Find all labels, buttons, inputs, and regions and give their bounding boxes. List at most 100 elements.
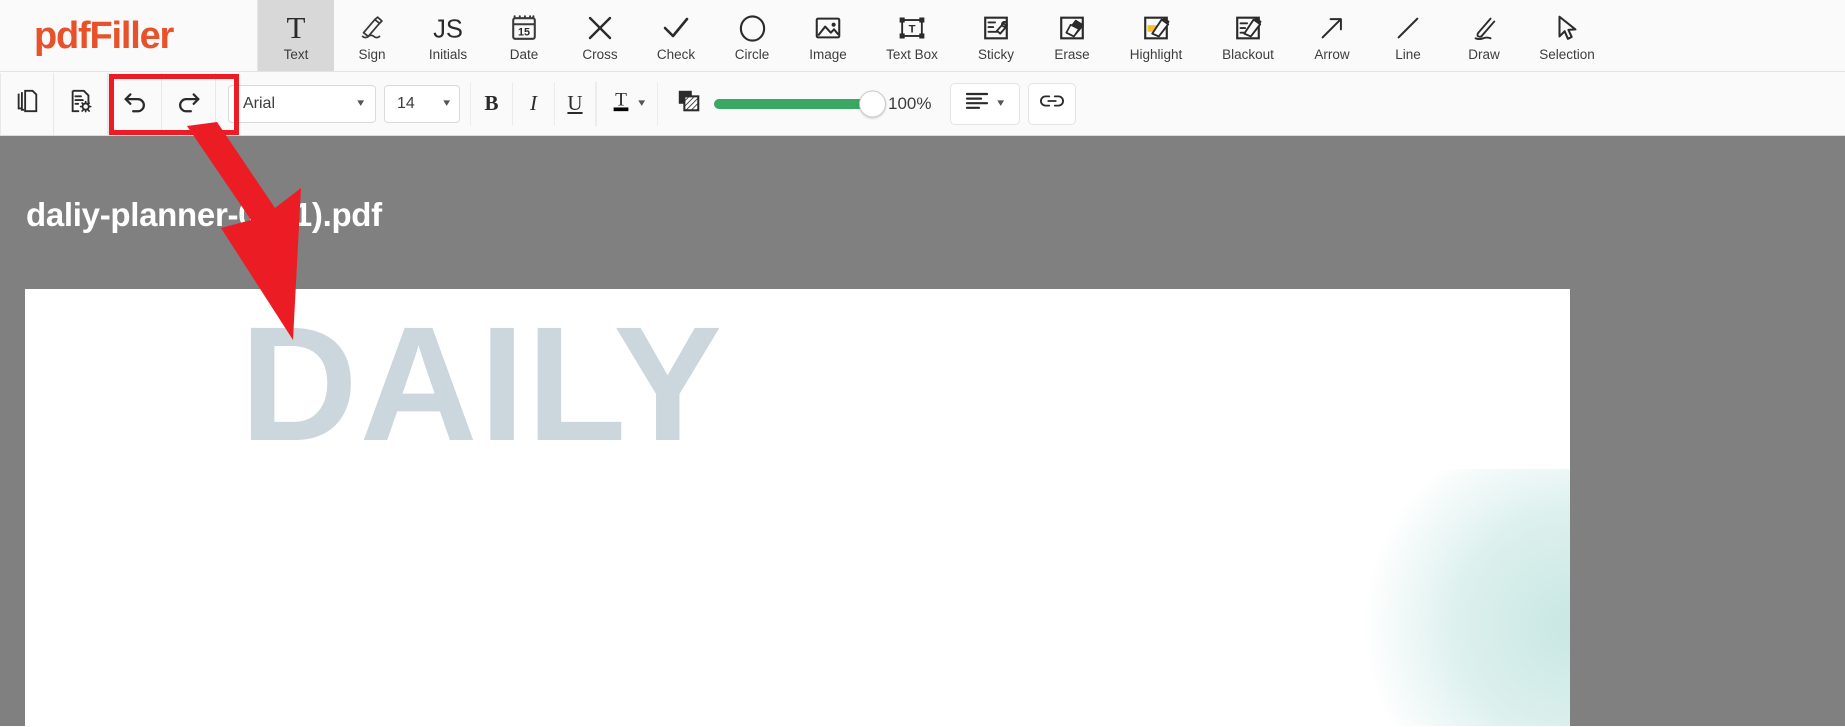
- tool-circle-label: Circle: [734, 47, 770, 63]
- undo-redo-group: [108, 72, 216, 135]
- tool-date[interactable]: 15 Date: [486, 0, 562, 71]
- text-color-icon: T: [610, 89, 632, 118]
- tool-cross-label: Cross: [582, 47, 618, 63]
- text-box-icon: T: [897, 11, 927, 45]
- tool-sign-label: Sign: [358, 47, 386, 63]
- blackout-icon: [1233, 11, 1263, 45]
- chevron-down-icon: ▾: [357, 97, 365, 109]
- circle-icon: [737, 11, 768, 45]
- document-settings-icon: [68, 88, 94, 119]
- tool-blackout-label: Blackout: [1222, 47, 1274, 63]
- top-toolbar: pdfFiller T Text Sign JS Initials 15 Dat…: [0, 0, 1845, 72]
- tool-image-label: Image: [809, 47, 847, 63]
- text-icon: T: [281, 11, 311, 45]
- redo-button[interactable]: [162, 72, 216, 135]
- tool-highlight-label: Highlight: [1129, 47, 1183, 63]
- tool-cross[interactable]: Cross: [562, 0, 638, 71]
- line-icon: [1393, 11, 1423, 45]
- text-format-group: B I U: [470, 81, 596, 126]
- chevron-down-icon: ▾: [997, 97, 1005, 109]
- document-settings-button[interactable]: [54, 72, 108, 135]
- tool-selection[interactable]: Selection: [1522, 0, 1612, 71]
- tool-check-label: Check: [656, 47, 696, 63]
- tool-line[interactable]: Line: [1370, 0, 1446, 71]
- font-size-select[interactable]: 14 ▾: [384, 84, 460, 123]
- link-icon: [1040, 93, 1064, 114]
- tool-arrow-label: Arrow: [1314, 47, 1350, 63]
- tool-circle[interactable]: Circle: [714, 0, 790, 71]
- tool-text-label: Text: [283, 47, 309, 63]
- initials-text: JS: [433, 16, 463, 44]
- tool-initials-label: Initials: [428, 47, 468, 63]
- tool-text-box[interactable]: T Text Box: [866, 0, 958, 71]
- document-workspace: daliy-planner-03 (1).pdf DAILY: [0, 136, 1845, 726]
- erase-icon: [1057, 11, 1087, 45]
- bold-button[interactable]: B: [470, 81, 512, 126]
- tool-draw-label: Draw: [1468, 47, 1500, 63]
- tool-text[interactable]: T Text: [258, 0, 334, 71]
- sign-icon: [357, 11, 387, 45]
- image-icon: [813, 11, 843, 45]
- opacity-icon[interactable]: [676, 88, 702, 119]
- redo-icon: [175, 87, 203, 120]
- tool-sticky-label: Sticky: [977, 47, 1014, 63]
- opacity-slider-fill: [714, 98, 876, 109]
- tool-image[interactable]: Image: [790, 0, 866, 71]
- tool-sign[interactable]: Sign: [334, 0, 410, 71]
- tool-initials[interactable]: JS Initials: [410, 0, 486, 71]
- opacity-slider[interactable]: [714, 90, 886, 117]
- chevron-down-icon: ▾: [638, 97, 645, 109]
- cross-icon: [584, 11, 616, 45]
- undo-button[interactable]: [108, 72, 162, 135]
- page-watermark-text: DAILY: [240, 292, 725, 475]
- tool-highlight[interactable]: Highlight: [1110, 0, 1202, 71]
- brand-logo[interactable]: pdfFiller: [0, 0, 258, 71]
- draw-icon: [1469, 11, 1499, 45]
- opacity-control: 100%: [672, 88, 932, 119]
- tool-list: T Text Sign JS Initials 15 Date Cross Ch…: [258, 0, 1845, 71]
- text-align-button[interactable]: ▾: [950, 82, 1020, 125]
- font-family-select[interactable]: Arial ▾: [228, 84, 376, 123]
- copy-pages-icon: [14, 88, 40, 119]
- document-title: daliy-planner-03 (1).pdf: [26, 196, 382, 233]
- tool-text-box-label: Text Box: [886, 47, 938, 63]
- font-family-value: Arial: [243, 94, 276, 112]
- tool-draw[interactable]: Draw: [1446, 0, 1522, 71]
- svg-text:T: T: [909, 24, 916, 36]
- brand-filler-text: Filler: [89, 14, 174, 57]
- svg-text:15: 15: [518, 27, 530, 39]
- page-accent-decoration: [1330, 469, 1570, 726]
- tool-sticky[interactable]: Sticky: [958, 0, 1034, 71]
- undo-icon: [121, 87, 149, 120]
- initials-icon: JS: [430, 11, 466, 45]
- brand-pdf-text: pdf: [34, 14, 91, 57]
- tool-blackout[interactable]: Blackout: [1202, 0, 1294, 71]
- tool-erase[interactable]: Erase: [1034, 0, 1110, 71]
- arrow-icon: [1317, 11, 1347, 45]
- tool-selection-label: Selection: [1539, 47, 1595, 63]
- opacity-slider-knob[interactable]: [859, 90, 886, 117]
- underline-button[interactable]: U: [554, 81, 596, 126]
- formatting-toolbar: Arial ▾ 14 ▾ B I U T ▾ 100% ▾: [0, 72, 1845, 136]
- selection-icon: [1552, 11, 1582, 45]
- svg-text:T: T: [287, 13, 306, 43]
- align-left-icon: [966, 92, 989, 115]
- check-icon: [660, 11, 692, 45]
- pages-button[interactable]: [0, 72, 54, 135]
- text-color-button[interactable]: T ▾: [596, 81, 658, 126]
- chevron-down-icon: ▾: [443, 97, 451, 109]
- tool-arrow[interactable]: Arrow: [1294, 0, 1370, 71]
- tool-erase-label: Erase: [1054, 47, 1090, 63]
- document-page[interactable]: DAILY: [25, 289, 1570, 726]
- pdffiller-editor: pdfFiller T Text Sign JS Initials 15 Dat…: [0, 0, 1845, 727]
- insert-link-button[interactable]: [1028, 82, 1076, 125]
- opacity-value: 100%: [888, 93, 932, 113]
- date-icon: 15: [509, 11, 539, 45]
- tool-check[interactable]: Check: [638, 0, 714, 71]
- tool-line-label: Line: [1395, 47, 1421, 63]
- highlight-icon: [1141, 11, 1171, 45]
- tool-date-label: Date: [509, 47, 539, 63]
- italic-button[interactable]: I: [512, 81, 554, 126]
- sticky-icon: [981, 11, 1011, 45]
- brand-logo-text: pdfFiller: [34, 14, 174, 57]
